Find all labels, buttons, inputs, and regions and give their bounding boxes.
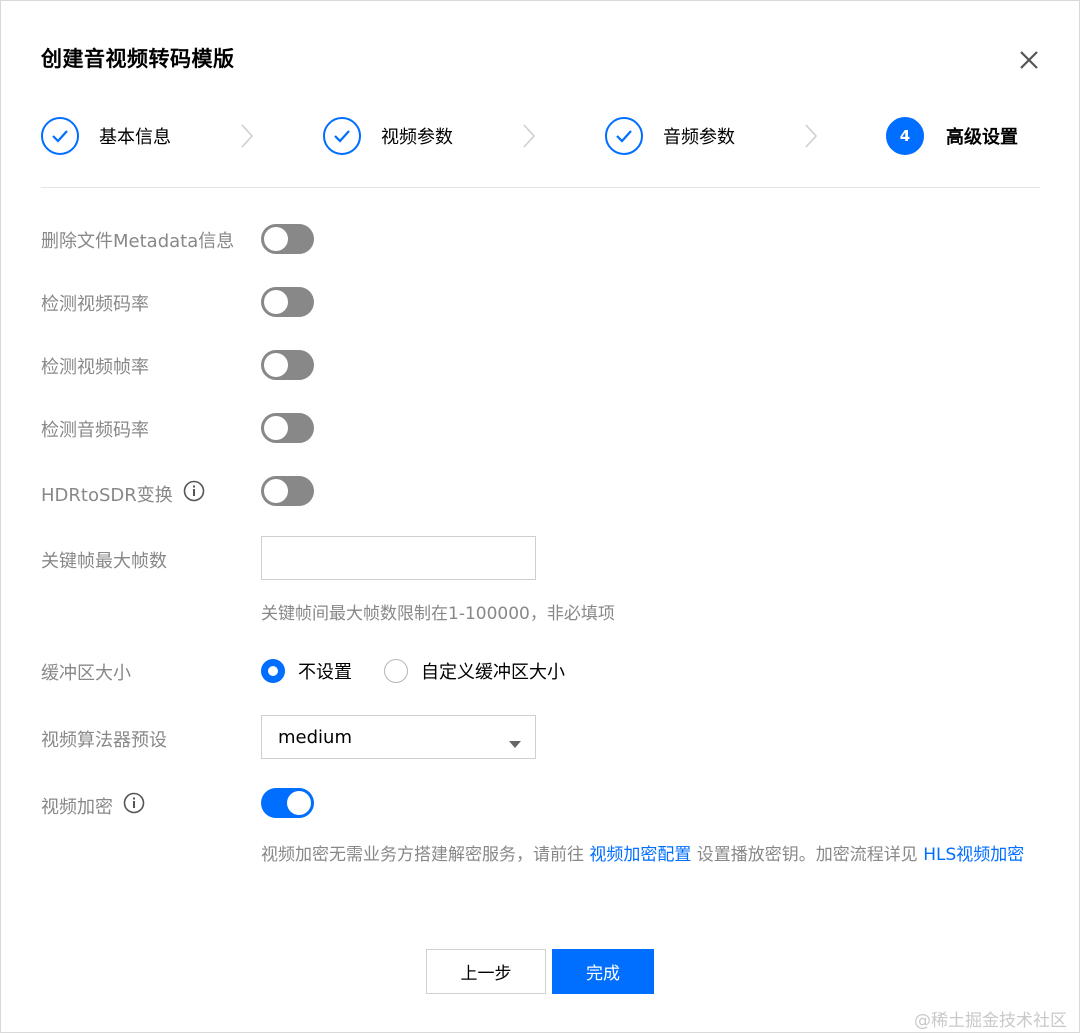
dialog: 创建音视频转码模版 基本信息 视频参数 音频参数 4 高级设置 删除文件Meta… [0, 0, 1080, 1033]
max-keyframe-hint: 关键帧间最大帧数限制在1-100000，非必填项 [261, 604, 615, 624]
step-label: 视频参数 [381, 127, 453, 148]
check-icon [323, 117, 361, 155]
divider [41, 187, 1040, 188]
step-label: 音频参数 [663, 127, 735, 148]
buffer-size-label: 缓冲区大小 [41, 663, 131, 684]
video-encryption-row-label: 视频加密 [41, 792, 145, 819]
encryption-config-link[interactable]: 视频加密配置 [589, 845, 691, 865]
check-icon [605, 117, 643, 155]
watermark: @稀土掘金技术社区 [914, 1011, 1067, 1031]
detect-video-framerate-label: 检测视频帧率 [41, 357, 149, 378]
hls-encryption-link[interactable]: HLS视频加密 [923, 845, 1024, 865]
max-keyframe-input[interactable] [261, 536, 536, 580]
detect-video-framerate-toggle[interactable] [261, 350, 314, 380]
radio-no-setting[interactable]: 不设置 [261, 658, 352, 684]
chevron-right-icon [803, 123, 819, 153]
step-basic-info[interactable]: 基本信息 [41, 115, 171, 157]
step-advanced-settings[interactable]: 4 高级设置 [886, 115, 1018, 157]
max-keyframe-label: 关键帧最大帧数 [41, 551, 167, 572]
chevron-right-icon [239, 123, 255, 153]
chevron-right-icon [521, 123, 537, 153]
prev-step-button[interactable]: 上一步 [426, 949, 546, 994]
step-label: 基本信息 [99, 127, 171, 148]
step-number-badge: 4 [886, 117, 924, 155]
video-preset-label: 视频算法器预设 [41, 730, 167, 751]
desc-text: 设置播放密钥。加密流程详见 [691, 845, 924, 865]
detect-video-bitrate-toggle[interactable] [261, 287, 314, 317]
step-audio-params[interactable]: 音频参数 [605, 115, 735, 157]
toggle-knob [264, 290, 288, 314]
hdr-to-sdr-label: HDRtoSDR变换 [41, 484, 173, 506]
detect-video-bitrate-label: 检测视频码率 [41, 294, 149, 315]
toggle-knob [264, 416, 288, 440]
radio-label: 自定义缓冲区大小 [421, 662, 565, 683]
remove-metadata-label: 删除文件Metadata信息 [41, 231, 235, 252]
detect-audio-bitrate-label: 检测音频码率 [41, 420, 149, 441]
info-icon[interactable] [183, 480, 205, 507]
info-icon[interactable] [123, 792, 145, 819]
remove-metadata-toggle[interactable] [261, 224, 314, 254]
done-button[interactable]: 完成 [552, 949, 654, 994]
detect-audio-bitrate-toggle[interactable] [261, 413, 314, 443]
toggle-knob [264, 479, 288, 503]
video-encryption-toggle[interactable] [261, 788, 314, 818]
hdr-to-sdr-row-label: HDRtoSDR变换 [41, 480, 205, 507]
radio-custom-buffer[interactable]: 自定义缓冲区大小 [384, 658, 565, 684]
check-icon [41, 117, 79, 155]
dialog-title: 创建音视频转码模版 [41, 47, 235, 71]
video-preset-select[interactable]: medium [261, 715, 536, 759]
video-encryption-label: 视频加密 [41, 796, 113, 818]
select-value: medium [278, 726, 352, 748]
close-icon[interactable] [1014, 45, 1044, 75]
desc-text: 视频加密无需业务方搭建解密服务，请前往 [261, 845, 590, 865]
radio-dot [261, 659, 285, 683]
radio-dot [384, 659, 408, 683]
toggle-knob [264, 353, 288, 377]
hdr-to-sdr-toggle[interactable] [261, 476, 314, 506]
step-video-params[interactable]: 视频参数 [323, 115, 453, 157]
caret-down-icon [509, 734, 521, 753]
step-label: 高级设置 [946, 127, 1018, 148]
toggle-knob [287, 791, 311, 815]
video-encryption-description: 视频加密无需业务方搭建解密服务，请前往 视频加密配置 设置播放密钥。加密流程详见… [261, 839, 1041, 871]
radio-label: 不设置 [298, 662, 352, 683]
toggle-knob [264, 227, 288, 251]
